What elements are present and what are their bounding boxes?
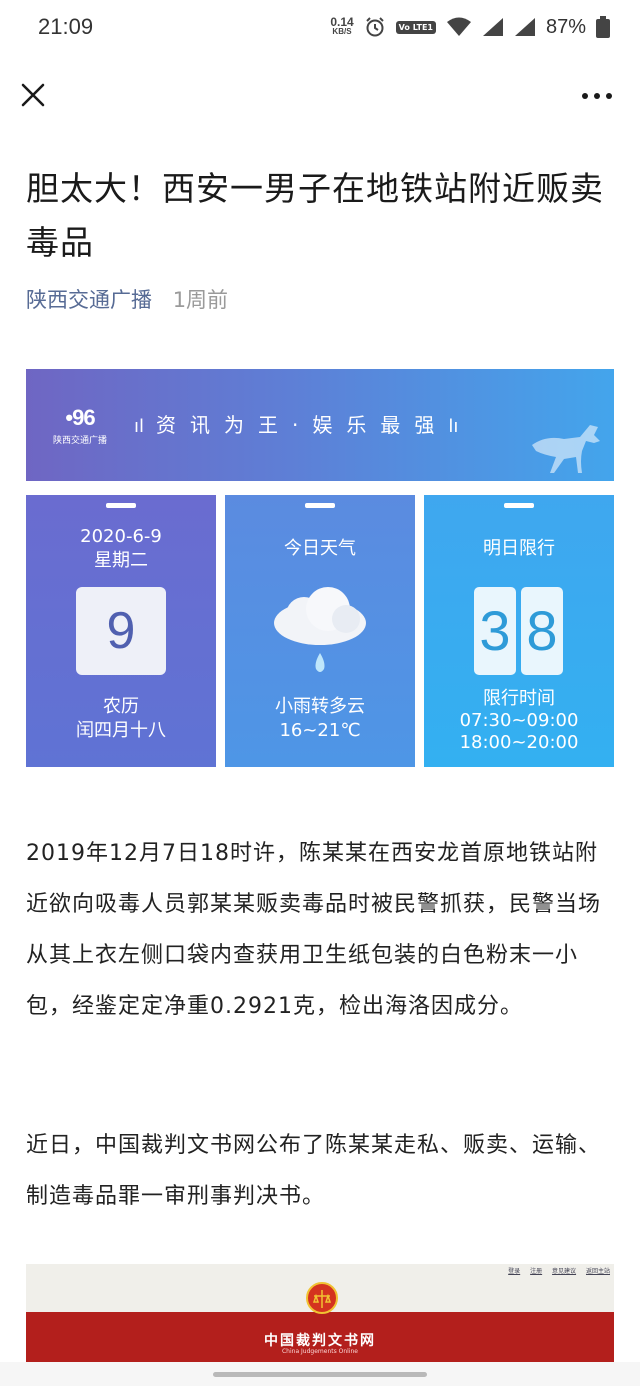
network-speed: 0.14 KB/S	[330, 15, 354, 37]
court-link: 注册	[530, 1268, 543, 1275]
article-paragraph-2: 近日，中国裁判文书网公布了陈某某走私、贩卖、运输、制造毒品罪一审刑事判决书。	[26, 1133, 602, 1209]
banner-image[interactable]: •96 陕西交通广播 ıl 资讯为王·娱乐最强lı 2020-6-9 星期二 9 …	[26, 369, 614, 767]
alarm-icon	[365, 17, 384, 37]
court-link: 登录	[508, 1268, 521, 1275]
court-site-name-en: China Judgements Online	[281, 1348, 358, 1355]
network-speed-unit: KB/S	[332, 27, 352, 36]
limit-title: 明日限行	[483, 538, 555, 559]
signal-icon-2	[514, 18, 535, 36]
logo-name: 陕西交通广播	[52, 436, 107, 446]
limit-digit-1: 3	[474, 587, 516, 675]
network-speed-value: 0.14	[330, 15, 354, 29]
battery-percent: 87%	[545, 15, 586, 38]
volte-icon: Vo LTE1	[395, 20, 436, 34]
traffic-limit-card: 明日限行 3 8 限行时间 07:30~09:00 18:00~20:00	[424, 495, 614, 767]
article-title: 胆太大！西安一男子在地铁站附近贩卖毒品	[26, 169, 604, 262]
banner-header: •96 陕西交通广播 ıl 资讯为王·娱乐最强lı	[26, 369, 614, 481]
logo-mark: •96	[65, 405, 95, 430]
home-indicator[interactable]	[213, 1372, 427, 1377]
gesture-bar	[0, 1362, 640, 1386]
court-top-links: 登录 注册 意见建议 返回主站	[500, 1266, 610, 1275]
signal-icon	[482, 18, 503, 36]
lunar-date: 闰四月十八	[76, 720, 166, 741]
court-emblem-icon	[306, 1282, 338, 1314]
close-icon[interactable]	[18, 80, 48, 110]
limit-time-label: 限行时间	[483, 688, 555, 709]
card-tab	[106, 503, 136, 508]
weather-title: 今日天气	[284, 538, 356, 559]
more-icon[interactable]	[580, 86, 614, 106]
sound-bar-icon-right: lı	[448, 416, 459, 437]
day-number: 9	[76, 587, 166, 675]
weather-temperature: 16~21℃	[279, 720, 361, 741]
lunar-label: 农历	[103, 696, 139, 717]
slogan: ıl 资讯为王·娱乐最强lı	[134, 409, 458, 438]
author-link[interactable]: 陕西交通广播	[26, 288, 152, 312]
slogan-text: 资讯为王·娱乐最强	[156, 413, 449, 437]
date-text: 2020-6-9	[80, 526, 162, 547]
weather-condition: 小雨转多云	[275, 696, 365, 717]
sound-bar-icon: ıl	[134, 416, 145, 437]
top-nav-bar	[0, 56, 640, 136]
court-link: 意见建议	[552, 1268, 577, 1275]
weekday-text: 星期二	[94, 550, 148, 571]
limit-time-1: 07:30~09:00	[459, 710, 579, 731]
publish-time: 1周前	[172, 288, 229, 312]
status-bar: 21:09 0.14 KB/S Vo LTE1 87%	[0, 0, 640, 56]
card-tab	[305, 503, 335, 508]
court-website-image[interactable]: 登录 注册 意见建议 返回主站 中国裁判文书网 China Judgements…	[26, 1264, 614, 1364]
clock: 21:09	[38, 14, 94, 39]
date-card: 2020-6-9 星期二 9 农历 闰四月十八	[26, 495, 216, 767]
card-tab	[504, 503, 534, 508]
battery-icon	[596, 16, 610, 38]
station-logo: •96 陕西交通广播	[40, 405, 120, 446]
limit-time-2: 18:00~20:00	[459, 732, 579, 753]
court-link: 返回主站	[585, 1268, 610, 1275]
rain-cloud-icon	[274, 587, 366, 672]
info-cards: 2020-6-9 星期二 9 农历 闰四月十八 今日天气 小雨转多云 16~21…	[26, 495, 614, 767]
weather-card: 今日天气 小雨转多云 16~21℃	[225, 495, 415, 767]
article-paragraph-1: 2019年12月7日18时许，陈某某在西安龙首原地铁站附近欲向吸毒人员郭某某贩卖…	[26, 841, 602, 1019]
horse-icon	[532, 425, 600, 473]
status-icons: 0.14 KB/S Vo LTE1 87%	[330, 12, 610, 42]
article-meta: 陕西交通广播 1周前	[26, 284, 228, 314]
limit-digit-2: 8	[521, 587, 563, 675]
wifi-icon	[446, 17, 471, 36]
court-site-name: 中国裁判文书网	[264, 1333, 376, 1349]
